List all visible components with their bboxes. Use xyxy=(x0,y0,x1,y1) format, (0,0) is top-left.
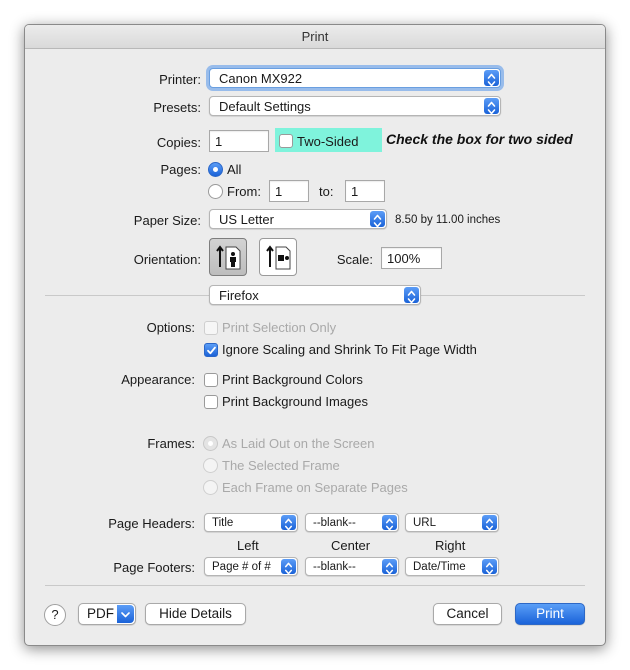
column-center-label: Center xyxy=(331,538,371,553)
pages-to-value: 1 xyxy=(351,184,359,199)
printer-label: Printer: xyxy=(159,72,201,87)
orientation-label: Orientation: xyxy=(133,252,201,267)
two-sided-checkbox[interactable] xyxy=(279,134,293,148)
ignore-scaling-checkbox[interactable] xyxy=(204,343,218,357)
pdf-menu-button[interactable]: PDF xyxy=(78,603,136,625)
updown-arrows-icon xyxy=(482,515,497,530)
print-background-colors-checkbox[interactable] xyxy=(204,373,218,387)
portrait-orientation-button[interactable] xyxy=(209,238,247,276)
scale-field[interactable]: 100% xyxy=(381,247,442,269)
frames-each-frame-label: Each Frame on Separate Pages xyxy=(222,480,408,495)
print-dialog: Print Printer: Canon MX922 Presets: Defa… xyxy=(24,24,606,646)
pdf-label: PDF xyxy=(87,606,114,621)
frames-selected-frame-label: The Selected Frame xyxy=(222,458,340,473)
section-value: Firefox xyxy=(219,288,259,303)
header-left-popup[interactable]: Title xyxy=(204,513,298,532)
landscape-orientation-icon xyxy=(266,245,291,270)
header-center-popup[interactable]: --blank-- xyxy=(305,513,399,532)
annotation-text: Check the box for two sided xyxy=(386,131,573,147)
pages-all-label: All xyxy=(227,162,242,177)
frames-each-frame-radio[interactable] xyxy=(203,480,218,495)
pages-from-radio[interactable] xyxy=(208,184,223,199)
updown-arrows-icon xyxy=(482,559,497,574)
options-label: Options: xyxy=(146,320,195,335)
printer-value: Canon MX922 xyxy=(219,71,303,86)
updown-arrows-icon xyxy=(382,515,397,530)
header-right-value: URL xyxy=(413,517,437,529)
frames-as-laid-out-label: As Laid Out on the Screen xyxy=(222,436,375,451)
copies-field[interactable]: 1 xyxy=(209,130,269,152)
window-title: Print xyxy=(25,25,605,49)
ignore-scaling-label: Ignore Scaling and Shrink To Fit Page Wi… xyxy=(222,342,477,357)
page-footers-label: Page Footers: xyxy=(113,560,195,575)
print-selection-only-label: Print Selection Only xyxy=(222,320,337,335)
separator xyxy=(45,585,585,586)
print-selection-only-checkbox[interactable] xyxy=(204,321,218,335)
presets-label: Presets: xyxy=(153,100,201,115)
print-button[interactable]: Print xyxy=(515,603,585,625)
checkmark-icon xyxy=(206,345,217,356)
pages-label: Pages: xyxy=(160,162,201,177)
hide-details-button[interactable]: Hide Details xyxy=(145,603,246,625)
header-left-value: Title xyxy=(212,517,234,529)
updown-arrows-icon xyxy=(281,559,296,574)
pages-to-label: to: xyxy=(319,184,334,199)
footer-right-popup[interactable]: Date/Time xyxy=(405,557,499,576)
chevron-down-icon xyxy=(117,605,134,623)
portrait-orientation-icon xyxy=(216,245,241,270)
scale-value: 100% xyxy=(387,251,421,266)
two-sided-label: Two-Sided xyxy=(297,134,359,149)
printer-popup[interactable]: Canon MX922 xyxy=(209,68,501,88)
column-right-label: Right xyxy=(435,538,466,553)
pages-all-radio[interactable] xyxy=(208,162,223,177)
page-headers-label: Page Headers: xyxy=(108,516,195,531)
help-icon: ? xyxy=(51,607,59,622)
cancel-button[interactable]: Cancel xyxy=(433,603,502,625)
footer-left-value: Page # of # xyxy=(212,561,271,573)
print-background-colors-label: Print Background Colors xyxy=(222,372,363,387)
presets-popup[interactable]: Default Settings xyxy=(209,96,501,116)
paper-size-popup[interactable]: US Letter xyxy=(209,209,387,229)
frames-as-laid-out-radio[interactable] xyxy=(203,436,218,451)
presets-value: Default Settings xyxy=(219,99,311,114)
print-background-images-label: Print Background Images xyxy=(222,394,368,409)
footer-right-value: Date/Time xyxy=(413,561,466,573)
landscape-orientation-button[interactable] xyxy=(259,238,297,276)
updown-arrows-icon xyxy=(404,287,419,303)
print-background-images-checkbox[interactable] xyxy=(204,395,218,409)
footer-left-popup[interactable]: Page # of # xyxy=(204,557,298,576)
paper-size-value: US Letter xyxy=(219,212,274,227)
footer-center-popup[interactable]: --blank-- xyxy=(305,557,399,576)
pages-from-field[interactable]: 1 xyxy=(269,180,309,202)
frames-selected-frame-radio[interactable] xyxy=(203,458,218,473)
appearance-label: Appearance: xyxy=(121,372,195,387)
pages-from-label: From: xyxy=(227,184,261,199)
paper-size-label: Paper Size: xyxy=(133,213,201,228)
updown-arrows-icon xyxy=(281,515,296,530)
column-left-label: Left xyxy=(237,538,259,553)
scale-label: Scale: xyxy=(336,252,373,267)
footer-center-value: --blank-- xyxy=(313,561,356,573)
frames-label: Frames: xyxy=(147,436,195,451)
pages-from-value: 1 xyxy=(275,184,283,199)
copies-value: 1 xyxy=(215,134,223,149)
updown-arrows-icon xyxy=(484,98,499,114)
updown-arrows-icon xyxy=(370,211,385,227)
copies-label: Copies: xyxy=(156,135,201,150)
header-center-value: --blank-- xyxy=(313,517,356,529)
section-popup[interactable]: Firefox xyxy=(209,285,421,305)
updown-arrows-icon xyxy=(382,559,397,574)
pages-to-field[interactable]: 1 xyxy=(345,180,385,202)
header-right-popup[interactable]: URL xyxy=(405,513,499,532)
paper-dimensions: 8.50 by 11.00 inches xyxy=(395,214,501,226)
help-button[interactable]: ? xyxy=(44,604,66,626)
updown-arrows-icon xyxy=(484,70,499,86)
